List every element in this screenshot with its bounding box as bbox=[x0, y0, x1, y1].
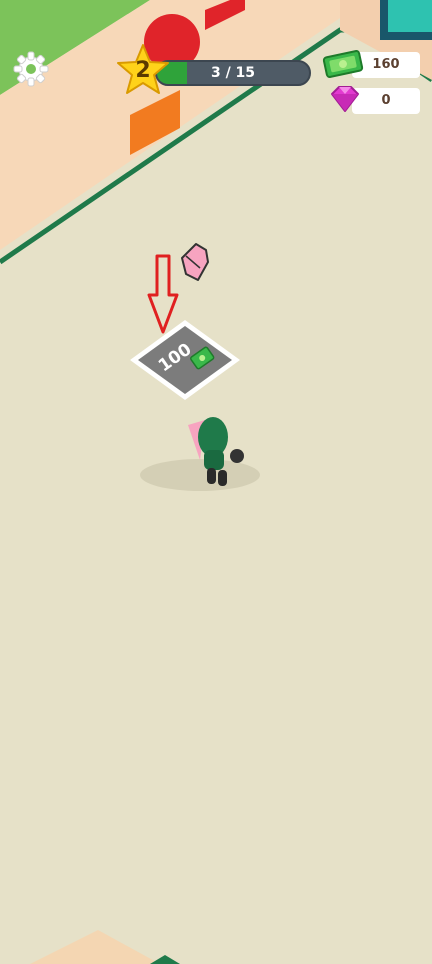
level-star-badge: 2 bbox=[115, 42, 171, 98]
gem-icon bbox=[328, 84, 362, 114]
gem-counter: 0 bbox=[352, 88, 420, 114]
settings-gear-icon[interactable] bbox=[12, 50, 50, 88]
level-number: 2 bbox=[135, 58, 151, 83]
xp-progress-text: 3 / 15 bbox=[210, 65, 256, 81]
cash-icon bbox=[322, 48, 364, 80]
xp-progress-bar: 3 / 15 bbox=[155, 60, 311, 86]
game-scene: 100 bbox=[0, 0, 432, 964]
